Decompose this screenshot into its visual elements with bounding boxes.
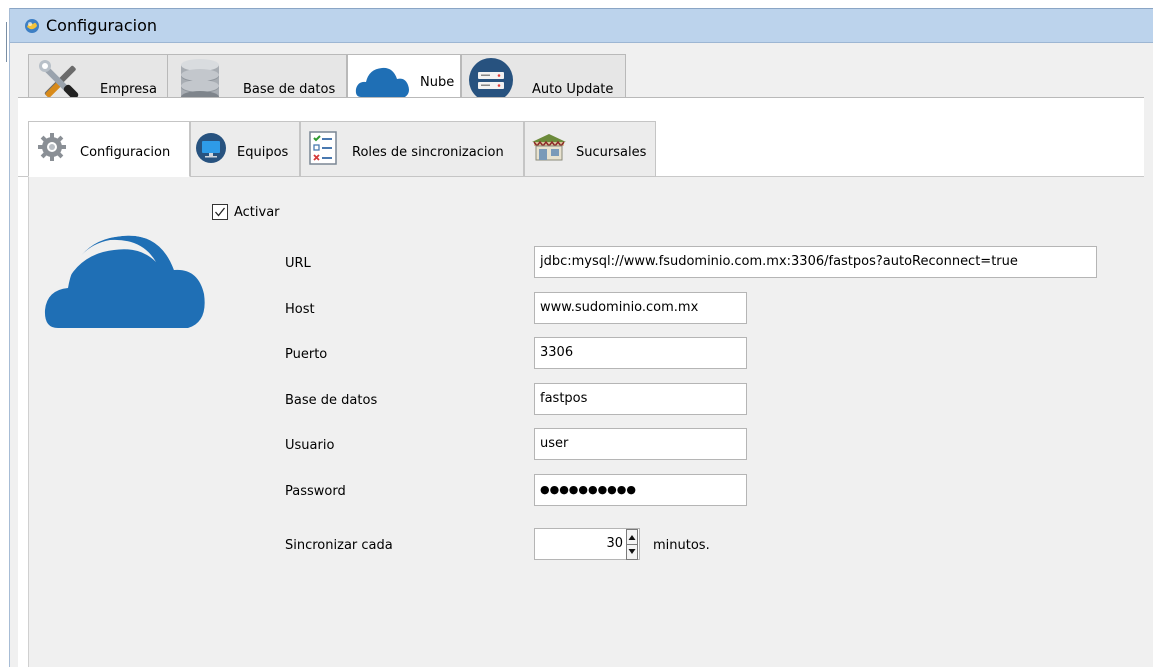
- arrow-down-icon: [628, 549, 636, 554]
- url-label: URL: [285, 256, 311, 271]
- checklist-icon: [309, 131, 337, 165]
- sincronizar-label: Sincronizar cada: [285, 538, 393, 553]
- store-icon: [532, 134, 566, 161]
- activar-checkbox[interactable]: [212, 204, 228, 220]
- password-label: Password: [285, 484, 346, 499]
- usuario-label: Usuario: [285, 438, 335, 453]
- tab-nube-label: Nube: [420, 75, 455, 90]
- window-title: Configuracion: [46, 16, 158, 35]
- base-de-datos-field[interactable]: fastpos: [534, 383, 747, 415]
- gear-icon: [38, 133, 66, 161]
- spinner-down-button[interactable]: [626, 544, 638, 560]
- password-field[interactable]: ●●●●●●●●●●: [534, 474, 747, 506]
- monitor-icon: [196, 133, 226, 163]
- tab-equipos-label: Equipos: [237, 145, 289, 160]
- cloud-icon: [44, 230, 205, 328]
- check-icon: [215, 207, 226, 217]
- tab-empresa-label: Empresa: [100, 82, 157, 97]
- tab-sucursales-label: Sucursales: [576, 145, 647, 160]
- tools-icon: [39, 60, 79, 100]
- base-de-datos-label: Base de datos: [285, 393, 378, 408]
- app-icon: [25, 19, 39, 33]
- host-label: Host: [285, 302, 315, 317]
- minutos-label: minutos.: [653, 538, 710, 553]
- cloud-icon: [355, 67, 409, 97]
- arrow-up-icon: [628, 535, 636, 540]
- tab-configuracion[interactable]: Configuracion: [28, 121, 190, 177]
- tab-roles-de-sincronizacion[interactable]: Roles de sincronizacion: [300, 121, 524, 177]
- title-bar[interactable]: Configuracion: [10, 8, 1153, 43]
- usuario-field[interactable]: user: [534, 428, 747, 460]
- spinner-up-button[interactable]: [626, 529, 638, 545]
- tab-base-de-datos-label: Base de datos: [243, 82, 336, 97]
- tab-equipos[interactable]: Equipos: [190, 121, 300, 177]
- puerto-field[interactable]: 3306: [534, 337, 747, 369]
- tab-configuracion-label: Configuracion: [80, 145, 171, 160]
- url-field[interactable]: jdbc:mysql://www.fsudominio.com.mx:3306/…: [534, 246, 1097, 278]
- window-left-edge: [0, 0, 9, 667]
- tab-auto-update-label: Auto Update: [532, 82, 614, 97]
- sincronizar-spinner[interactable]: 30: [534, 528, 640, 560]
- puerto-label: Puerto: [285, 347, 328, 362]
- activar-label: Activar: [234, 205, 280, 220]
- host-field[interactable]: www.sudominio.com.mx: [534, 292, 747, 324]
- tab-roles-label: Roles de sincronizacion: [352, 145, 504, 160]
- tab-sucursales[interactable]: Sucursales: [524, 121, 656, 177]
